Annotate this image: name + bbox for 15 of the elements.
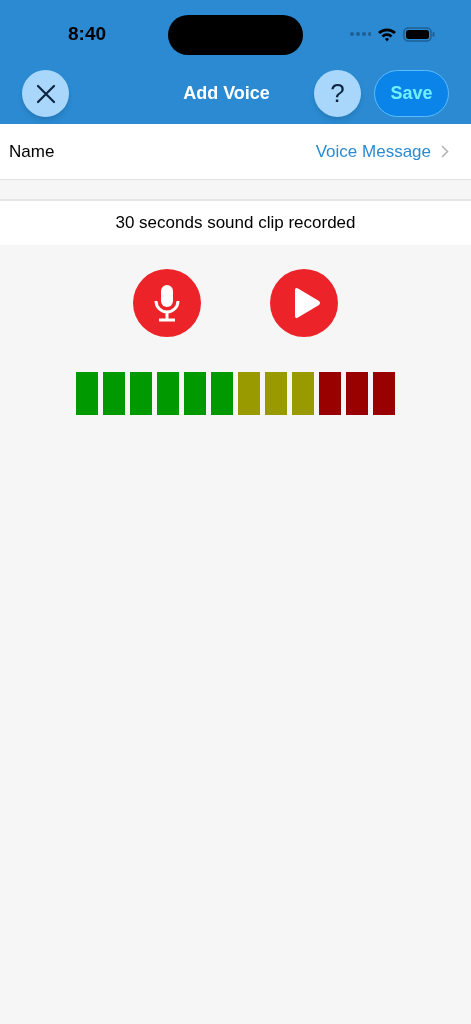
name-value: Voice Message bbox=[315, 140, 431, 163]
play-icon bbox=[292, 287, 321, 319]
chevron-icon bbox=[441, 145, 449, 158]
battery-icon bbox=[403, 26, 435, 42]
status-time: 8:40 bbox=[68, 21, 108, 46]
close-icon bbox=[35, 83, 56, 104]
close-button[interactable] bbox=[22, 70, 69, 117]
screen-title: Add Voice bbox=[183, 82, 270, 105]
signal-icon bbox=[349, 31, 371, 37]
name-row[interactable]: Name Voice Message bbox=[0, 124, 471, 180]
microphone-icon bbox=[154, 284, 180, 322]
status-message: 30 seconds sound clip recorded bbox=[115, 212, 356, 235]
name-label: Name bbox=[9, 140, 55, 163]
wifi-icon bbox=[377, 26, 397, 42]
help-button[interactable]: ? bbox=[314, 70, 361, 117]
